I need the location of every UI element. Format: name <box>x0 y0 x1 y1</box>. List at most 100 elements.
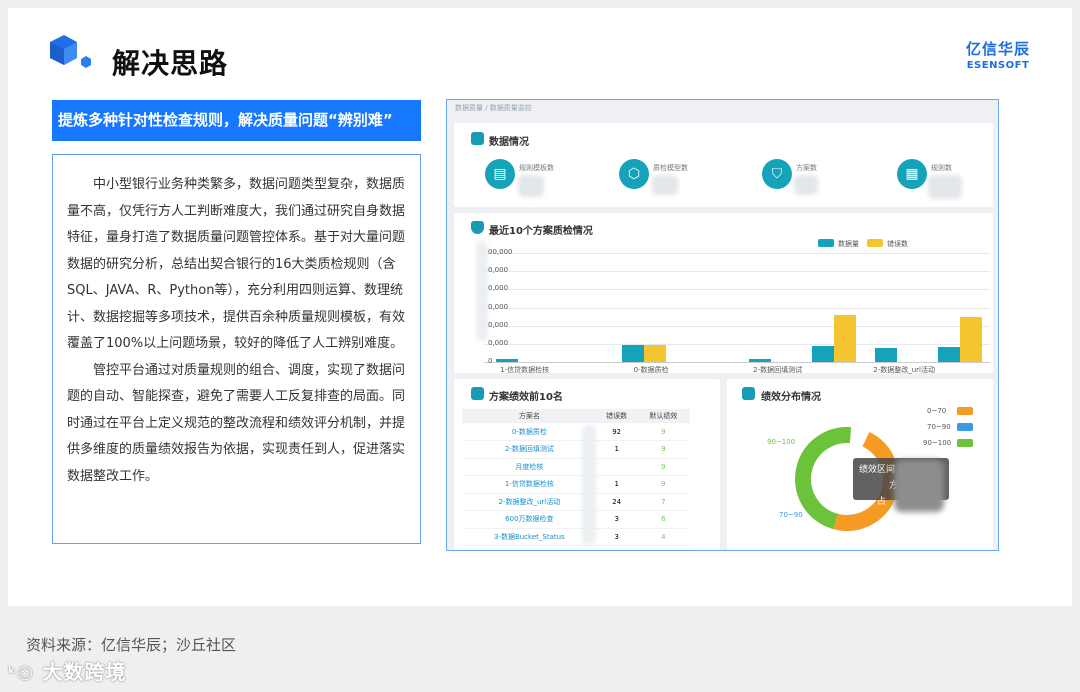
legend-swatch-70-90 <box>957 423 973 431</box>
logo-cn: 亿信华辰 <box>966 40 1031 58</box>
y-tick-label: 0,000 <box>488 320 509 329</box>
cube-logo-icon <box>50 35 91 68</box>
stat-value-blurred <box>794 175 818 195</box>
gridline <box>484 343 990 345</box>
table-row[interactable]: 2-数据整改_url活动 24 7 <box>462 493 690 511</box>
table-cell-score: 6 <box>636 510 690 529</box>
stat-value-blurred <box>928 175 962 199</box>
slide-title: 解决思路 <box>112 47 229 80</box>
table-cell-errors <box>596 458 637 476</box>
gridline <box>484 307 990 309</box>
bar-volume[interactable] <box>875 348 898 362</box>
table-row[interactable]: 3-数据Bucket_Status 3 4 <box>462 528 690 546</box>
table-cell-errors: 92 <box>596 423 637 441</box>
trend-chart-icon <box>742 387 755 400</box>
donut-label-70-90: 70~90 <box>779 511 803 519</box>
table-cell-name[interactable]: 1-信贷数据检核 <box>462 475 597 494</box>
bar-volume[interactable] <box>748 359 771 362</box>
document-icon <box>471 132 484 145</box>
table-cell-score: 9 <box>636 458 690 476</box>
table-header-row: 方案名 错误数 默认绩效 <box>462 409 690 423</box>
x-tick-label: 0-数据质检 <box>633 366 669 374</box>
ranking-card: 方案绩效前10名 方案名 错误数 默认绩效 0-数据质检 92 9 2-数据回填测试 1… <box>454 379 720 550</box>
table-cell-name[interactable]: 月度检核 <box>462 458 597 476</box>
table-cell-score: 4 <box>636 528 690 546</box>
slide: 解决思路 亿信华辰 ESENSOFT 提炼多种针对性检查规则，解决质量问题“辨别… <box>8 8 1072 606</box>
gridline <box>484 289 990 291</box>
table-icon: ▤ <box>485 159 515 189</box>
table-cell-errors: 3 <box>596 510 637 529</box>
legend-label-70-90: 70~90 <box>927 423 951 431</box>
stat-label-rules: 规则数 <box>931 164 952 172</box>
table-row[interactable]: 1-信贷数据检核 1 9 <box>462 475 690 494</box>
bar-errors[interactable] <box>960 316 983 362</box>
subtitle-banner: 提炼多种针对性检查规则，解决质量问题“辨别难” <box>52 100 421 141</box>
legend-swatch-0-70 <box>957 407 973 415</box>
table-row[interactable]: 月度检核 9 <box>462 458 690 476</box>
paragraph-2: 管控平台通过对质量规则的组合、调度，实现了数据问题的自动、智能探查，避免了需要人… <box>67 362 406 484</box>
table-row[interactable]: 2-数据回填测试 1 9 <box>462 440 690 459</box>
y-tick-label: 0,000 <box>488 284 509 293</box>
table-cell-name[interactable]: 3-数据Bucket_Status <box>462 528 597 546</box>
paragraph-1: 中小型银行业务种类繁多，数据问题类型复杂，数据质量不高，仅凭行方人工判断难度大，… <box>67 177 406 351</box>
watermark: ᵏ☺ 大数跨境 <box>8 656 126 685</box>
stat-value-blurred <box>518 175 544 197</box>
gridline <box>484 325 990 327</box>
overview-card: 数据情况 ▤ 规则模板数 ⬡ 质检模型数 ⛉ 方案数 ▦ 规则数 <box>454 123 993 207</box>
table-cell-name[interactable]: 2-数据整改_url活动 <box>462 493 597 511</box>
table-row[interactable]: 0-数据质检 92 9 <box>462 423 690 441</box>
bar-errors[interactable] <box>644 344 667 362</box>
privacy-mosaic <box>894 460 944 512</box>
table-cell-name[interactable]: 0-数据质检 <box>462 423 597 441</box>
bar-volume[interactable] <box>622 344 645 362</box>
gridline <box>484 253 990 254</box>
file-icon: ▦ <box>897 159 927 189</box>
source-caption: 资料来源：亿信华辰；沙丘社区 <box>26 636 237 654</box>
column-header[interactable]: 错误数 <box>596 409 637 423</box>
y-tick-label: 0,000 <box>488 338 509 347</box>
watermark-text: 大数跨境 <box>42 660 127 684</box>
breadcrumb[interactable]: 数据质量 / 数据质量监控 <box>455 103 532 113</box>
table-cell-name[interactable]: 600万数据检查 <box>462 510 597 529</box>
table-cell-errors: 24 <box>596 493 637 511</box>
legend-label-90-100: 90~100 <box>923 439 952 447</box>
y-tick-label: 0,000 <box>488 302 509 311</box>
donut-label-90-100: 90~100 <box>767 438 796 446</box>
table-cell-score: 7 <box>636 493 690 511</box>
y-tick-label: 0,000 <box>488 266 509 275</box>
recent-chart-card: 最近10个方案质检情况 数据量 错误数 00,000 0,000 0,000 0,00… <box>454 213 993 374</box>
stat-label-templates: 规则模板数 <box>519 164 554 172</box>
gridline <box>484 271 990 273</box>
stat-label-models: 质检模型数 <box>653 164 688 172</box>
ranking-title: 方案绩效前10名 <box>489 392 563 403</box>
table-cell-score: 9 <box>636 423 690 441</box>
table-cell-errors: 1 <box>596 475 637 494</box>
watermark-icon: ᵏ☺ <box>8 664 35 683</box>
ranking-table: 方案名 错误数 默认绩效 0-数据质检 92 9 2-数据回填测试 1 9 月度检核 9 1-信… <box>462 409 690 546</box>
y-tick-label: 0 <box>488 357 493 365</box>
distribution-title: 绩效分布情况 <box>761 392 821 403</box>
logo-en: ESENSOFT <box>966 60 1030 71</box>
overview-title: 数据情况 <box>489 137 529 148</box>
bar-volume[interactable] <box>495 359 518 362</box>
column-header[interactable]: 默认绩效 <box>636 409 690 423</box>
x-tick-label: 2-数据回填测试 <box>753 366 803 374</box>
cube-icon: ⬡ <box>619 159 649 189</box>
gridline <box>484 362 990 363</box>
company-logo: 亿信华辰 ESENSOFT <box>966 38 1030 71</box>
column-header[interactable]: 方案名 <box>462 409 597 423</box>
stat-value-blurred <box>652 175 678 195</box>
bar-errors[interactable] <box>833 314 856 362</box>
legend-swatch-90-100 <box>957 439 973 447</box>
y-tick-label: 00,000 <box>488 248 513 256</box>
bar-chart-icon <box>471 387 484 400</box>
description-box: 中小型银行业务种类繁多，数据问题类型复杂，数据质量不高，仅凭行方人工判断难度大，… <box>52 154 421 544</box>
bar-volume[interactable] <box>938 346 961 362</box>
stat-label-schemes: 方案数 <box>796 164 817 172</box>
table-cell-errors: 3 <box>596 528 637 546</box>
x-tick-label: 2-数据整改_url活动 <box>873 366 935 374</box>
bar-volume[interactable] <box>811 345 834 362</box>
table-cell-score: 9 <box>636 475 690 494</box>
table-row[interactable]: 600万数据检查 3 6 <box>462 510 690 529</box>
table-cell-name[interactable]: 2-数据回填测试 <box>462 440 597 459</box>
